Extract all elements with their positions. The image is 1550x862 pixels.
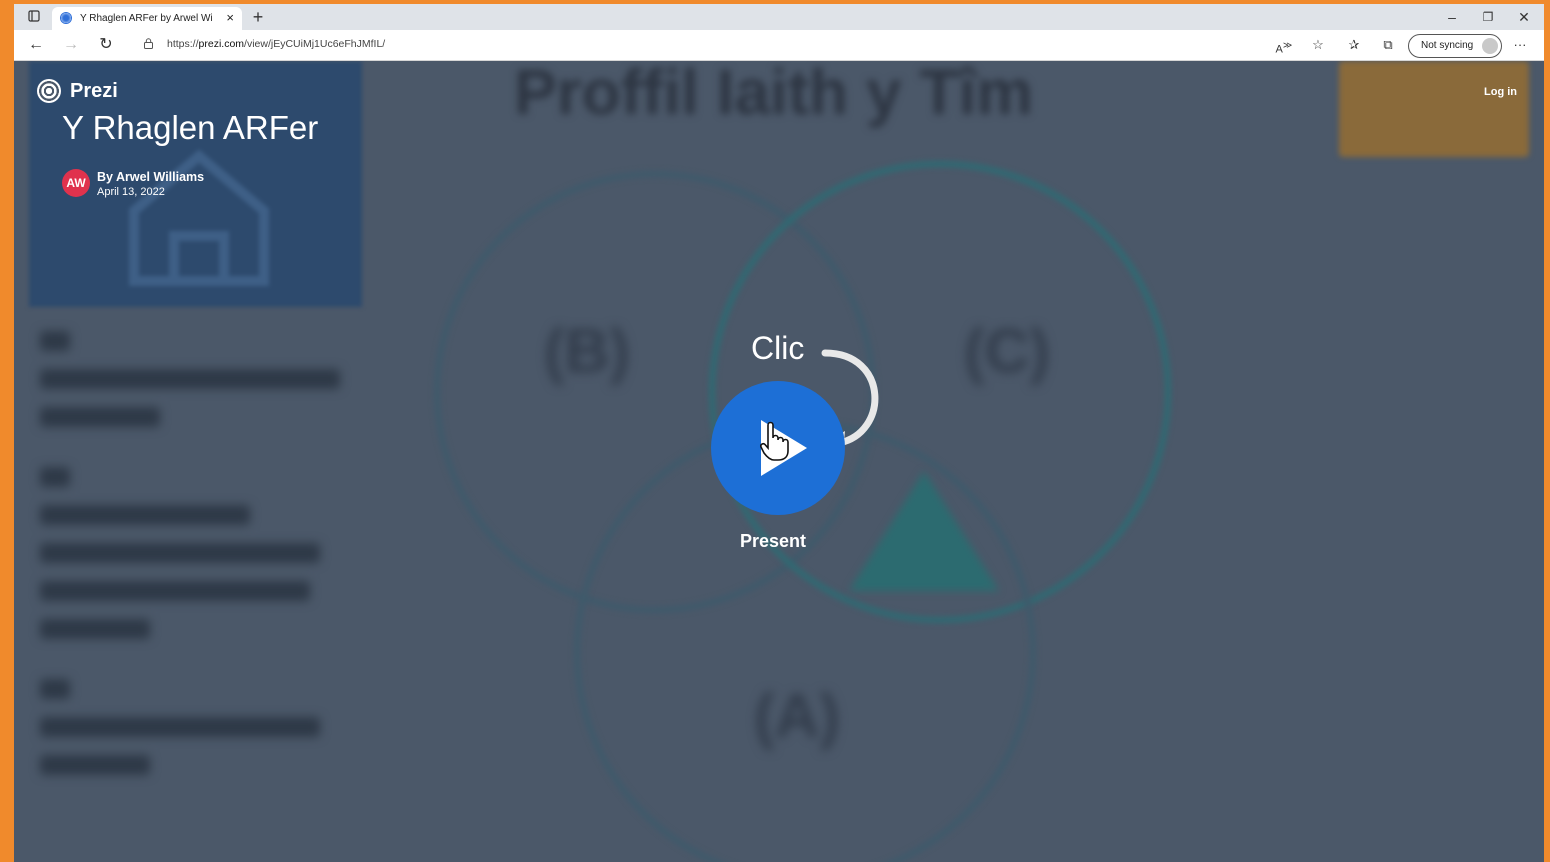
profile-sync-button[interactable]: Not syncing — [1408, 34, 1502, 58]
presentation-date: April 13, 2022 — [97, 186, 165, 198]
venn-label-b: (B) — [544, 317, 631, 386]
prezi-logo-icon — [37, 79, 61, 103]
tab-bar: Y Rhaglen ARFer by Arwel William × + – ❐… — [14, 4, 1544, 30]
read-aloud-icon[interactable]: A≫ — [1272, 34, 1296, 56]
tab-close-icon[interactable]: × — [226, 10, 234, 25]
login-link[interactable]: Log in — [1484, 86, 1517, 98]
preview-heading: Proffil Iaith y Tîm — [514, 61, 1034, 128]
close-icon[interactable]: ✕ — [1512, 6, 1536, 28]
browser-tab[interactable]: Y Rhaglen ARFer by Arwel William × — [52, 7, 242, 30]
author-avatar: AW — [62, 169, 90, 197]
logo-text: Prezi — [70, 80, 118, 102]
venn-label-c: (C) — [964, 317, 1051, 386]
present-label[interactable]: Present — [740, 531, 806, 552]
minimize-icon[interactable]: – — [1440, 6, 1464, 28]
new-tab-button[interactable]: + — [246, 6, 270, 28]
restore-icon[interactable]: ❐ — [1476, 6, 1500, 28]
forward-icon[interactable]: → — [59, 34, 83, 56]
lock-icon — [144, 38, 153, 49]
more-icon[interactable]: ··· — [1508, 34, 1532, 56]
refresh-icon[interactable]: ↻ — [94, 34, 118, 56]
address-bar-row: ← → ↻ https://prezi.com/view/jEyCUiMj1Uc… — [14, 30, 1544, 61]
browser-window: Y Rhaglen ARFer by Arwel William × + – ❐… — [14, 4, 1544, 862]
profile-avatar-icon — [1482, 38, 1498, 54]
venn-label-a: (A) — [754, 682, 841, 751]
url-path: /view/jEyCUiMj1Uc6eFhJMfIL/ — [244, 38, 386, 50]
favorites-icon[interactable]: ✰ — [1342, 34, 1366, 56]
tab-actions-icon[interactable] — [22, 6, 46, 28]
sync-label: Not syncing — [1421, 40, 1474, 51]
presentation-title: Y Rhaglen ARFer — [62, 109, 319, 146]
present-play-button[interactable] — [711, 381, 845, 515]
venn-center-shape — [849, 471, 999, 591]
prezi-page: Proffil Iaith y Tîm (B) (C) (A) Prezi Y … — [14, 61, 1544, 862]
url-field[interactable]: https://prezi.com/view/jEyCUiMj1Uc6eFhJM… — [167, 38, 385, 50]
preview-orange-box — [1339, 61, 1529, 157]
back-icon[interactable]: ← — [24, 34, 48, 56]
collections-icon[interactable]: ⧉ — [1376, 34, 1400, 56]
prezi-favicon-icon — [60, 12, 72, 24]
click-hint-label: Clic — [751, 330, 805, 366]
url-prefix: https:// — [167, 38, 199, 50]
hand-cursor-icon — [760, 421, 789, 461]
url-domain: prezi.com — [198, 38, 245, 50]
add-favorite-icon[interactable]: ☆ — [1306, 34, 1330, 56]
author-name[interactable]: By Arwel Williams — [97, 170, 204, 184]
preview-text-lines — [40, 331, 360, 793]
tab-title: Y Rhaglen ARFer by Arwel William — [80, 13, 212, 24]
